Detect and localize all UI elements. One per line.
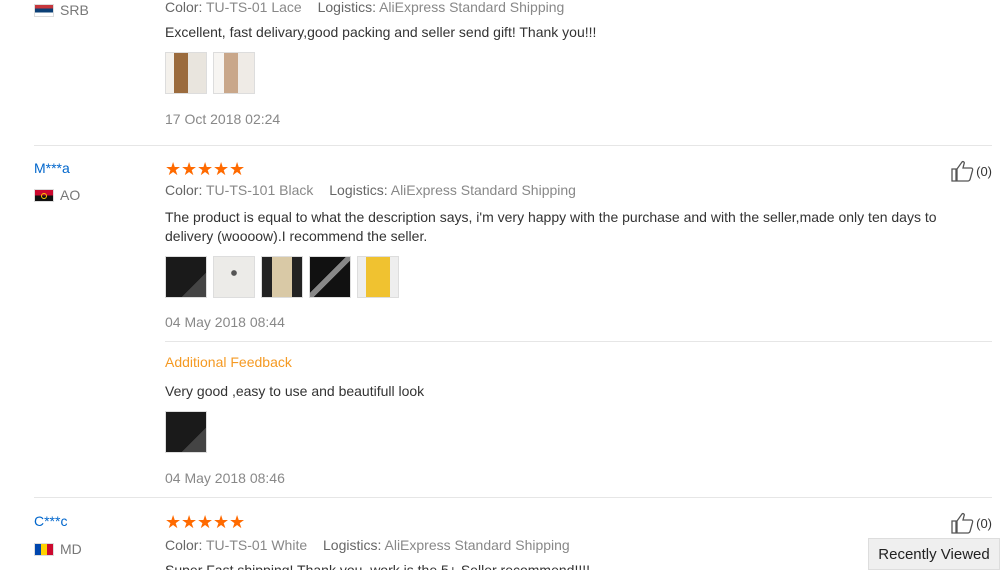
review-photo[interactable] [213,256,255,298]
review-photo[interactable] [165,411,207,453]
additional-feedback-text: Very good ,easy to use and beautifull lo… [165,383,425,399]
logistics-value: AliExpress Standard Shipping [379,0,565,15]
logistics-label: Logistics: [323,537,382,553]
logistics-value: AliExpress Standard Shipping [390,182,576,198]
review-item: M***a AO ★ ★ ★ ★ ★ Color: TU-TS-101 Blac… [34,146,992,496]
star-icon: ★ [213,512,230,532]
color-value: TU-TS-01 White [206,537,308,553]
serbia-flag-icon [34,3,54,17]
review-text: Super Fast shipping! Thank you, work is … [165,562,591,570]
review-photo[interactable] [165,256,207,298]
additional-photos [165,411,207,453]
moldova-flag-icon [34,542,54,556]
review-text: Excellent, fast delivary,good packing an… [165,24,597,40]
star-rating: ★ ★ ★ ★ ★ [165,512,246,532]
like-button[interactable]: (0) [950,160,992,182]
angola-flag-icon [34,188,54,202]
country-code: MD [60,541,82,557]
user-country: MD [34,541,82,557]
review-photo[interactable] [261,256,303,298]
star-icon: ★ [181,159,198,179]
review-photo[interactable] [357,256,399,298]
thumbs-up-icon [951,160,974,182]
like-count: (0) [976,515,992,531]
additional-divider [165,341,992,342]
review-photo[interactable] [309,256,351,298]
star-icon: ★ [197,159,214,179]
color-value: TU-TS-01 Lace [206,0,302,15]
like-count: (0) [976,163,992,179]
star-icon: ★ [229,159,246,179]
thumbs-up-icon [951,512,974,534]
user-country: SRB [34,2,89,18]
star-icon: ★ [229,512,246,532]
color-value: TU-TS-101 Black [206,182,314,198]
review-photos [165,256,399,298]
review-date: 04 May 2018 08:44 [165,314,285,330]
review-photos [165,52,255,94]
color-label: Color: [165,537,203,553]
star-icon: ★ [197,512,214,532]
user-country: AO [34,187,80,203]
star-icon: ★ [165,512,182,532]
star-icon: ★ [213,159,230,179]
star-icon: ★ [181,512,198,532]
star-rating: ★ ★ ★ ★ ★ [165,159,246,179]
review-date: 17 Oct 2018 02:24 [165,111,281,127]
like-button[interactable]: (0) [950,512,992,534]
review-item: C***c MD ★ ★ ★ ★ ★ Color: TU-TS-01 White… [34,498,992,570]
additional-feedback-date: 04 May 2018 08:46 [165,470,285,486]
logistics-label: Logistics: [317,0,376,15]
logistics-value: AliExpress Standard Shipping [384,537,570,553]
review-item: SRB Color: TU-TS-01 Lace Logistics: AliE… [34,0,992,140]
color-label: Color: [165,0,203,15]
country-code: AO [60,187,81,203]
review-photo[interactable] [165,52,207,94]
review-meta: Color: TU-TS-01 White Logistics: AliExpr… [165,537,582,553]
additional-feedback-label: Additional Feedback [165,354,292,370]
logistics-label: Logistics: [329,182,388,198]
user-name[interactable]: C***c [34,513,67,529]
review-photo[interactable] [213,52,255,94]
star-icon: ★ [165,159,182,179]
country-code: SRB [60,2,89,18]
recently-viewed-button[interactable]: Recently Viewed [868,538,1000,570]
review-text: The product is equal to what the descrip… [165,209,937,244]
review-meta: Color: TU-TS-101 Black Logistics: AliExp… [165,182,588,198]
review-meta: Color: TU-TS-01 Lace Logistics: AliExpre… [165,0,576,15]
color-label: Color: [165,182,203,198]
user-name[interactable]: M***a [34,160,70,176]
